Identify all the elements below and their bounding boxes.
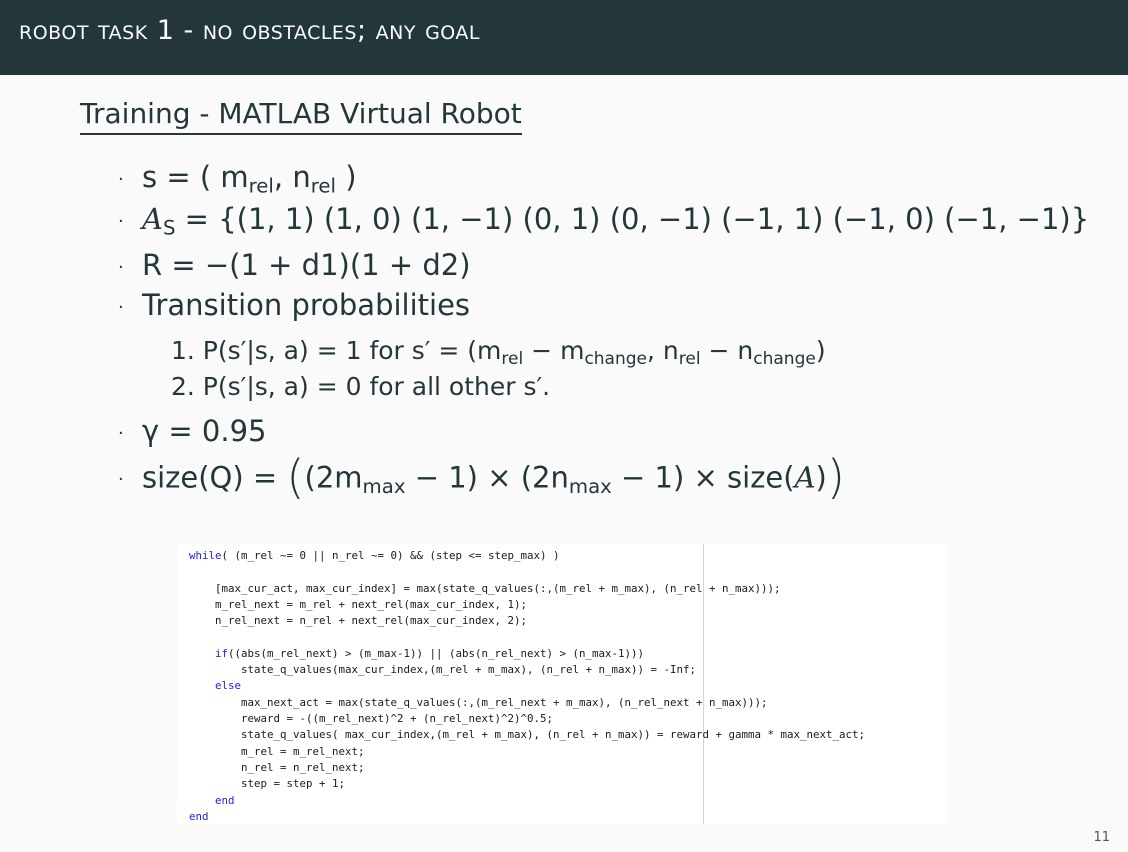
code-text: state_q_values( max_cur_index,(m_rel + m…: [189, 728, 866, 742]
slide-title: ROBOT TASK 1 - NO OBSTACLES; ANY GOAL: [19, 15, 481, 46]
slide-header: ROBOT TASK 1 - NO OBSTACLES; ANY GOAL: [0, 0, 1128, 75]
bullet-actions: · AS = {(1, 1) (1, 0) (1, −1) (0, 1) (0, …: [118, 202, 1090, 240]
code-line: state_q_values( max_cur_index,(m_rel + m…: [189, 727, 865, 743]
code-text: step = step + 1;: [189, 777, 346, 791]
code-line: n_rel = n_rel_next;: [189, 760, 365, 776]
code-text: reward = -((m_rel_next)^2 + (n_rel_next)…: [189, 712, 554, 725]
code-keyword: else: [189, 679, 242, 693]
code-keyword: if: [189, 646, 229, 660]
code-line: max_next_act = max(state_q_values(:,(m_r…: [189, 695, 768, 711]
bullet-dot: ·: [118, 468, 124, 490]
bullet-state: · s = ( mrel, nrel ): [118, 160, 357, 198]
code-line: m_rel = m_rel_next;: [189, 744, 365, 760]
bullet-reward: · R = −(1 + d1)(1 + d2): [118, 248, 471, 282]
code-line: end: [189, 809, 209, 825]
code-line: while( (m_rel ~= 0 || n_rel ~= 0) && (st…: [189, 548, 560, 564]
code-keyword: end: [189, 809, 209, 823]
transition-item-1: 1. P(s′|s, a) = 1 for s′ = (mrel − mchan…: [171, 336, 826, 369]
code-text: ( (m_rel ~= 0 || n_rel ~= 0) && (step <=…: [221, 549, 560, 562]
bullet-transition: · Transition probabilities: [118, 288, 471, 322]
code-text: max_next_act = max(state_q_values(:,(m_r…: [189, 695, 768, 709]
bullet-dot: ·: [118, 422, 124, 444]
code-text: state_q_values(max_cur_index,(m_rel + m_…: [189, 663, 697, 677]
page-number: 11: [1093, 830, 1110, 845]
big-open-paren: (: [286, 450, 305, 504]
bullet-gamma: · γ = 0.95: [118, 414, 267, 448]
code-text: m_rel = m_rel_next;: [189, 744, 365, 758]
bullet-dot: ·: [118, 168, 124, 190]
bullet-dot: ·: [118, 256, 124, 278]
section-subtitle: Training - MATLAB Virtual Robot: [80, 97, 522, 135]
code-line: m_rel_next = m_rel + next_rel(max_cur_in…: [189, 597, 527, 613]
code-line: step = step + 1;: [189, 776, 345, 792]
bullet-dot: ·: [118, 296, 124, 318]
code-text: ((abs(m_rel_next) > (m_max-1)) || (abs(n…: [228, 646, 645, 660]
code-line: end: [189, 793, 235, 809]
code-line: reward = -((m_rel_next)^2 + (n_rel_next)…: [189, 711, 553, 727]
code-line: if((abs(m_rel_next) > (m_max-1)) || (abs…: [189, 646, 644, 662]
code-line: n_rel_next = n_rel + next_rel(max_cur_in…: [189, 613, 527, 629]
code-text: [max_cur_act, max_cur_index] = max(state…: [189, 581, 781, 595]
bullet-dot: ·: [118, 210, 124, 232]
code-line: state_q_values(max_cur_index,(m_rel + m_…: [189, 662, 696, 678]
code-text: m_rel_next = m_rel + next_rel(max_cur_in…: [189, 597, 528, 611]
transition-item-2: 2. P(s′|s, a) = 0 for all other s′.: [171, 372, 551, 401]
code-text: n_rel = n_rel_next;: [189, 760, 365, 774]
code-keyword: while: [189, 549, 222, 562]
bullet-size: · size(Q) = ((2mmax − 1) × (2nmax − 1) × …: [118, 450, 845, 504]
big-close-paren: ): [826, 450, 845, 504]
code-text: n_rel_next = n_rel + next_rel(max_cur_in…: [189, 614, 528, 628]
code-line: [max_cur_act, max_cur_index] = max(state…: [189, 581, 781, 597]
code-line: else: [189, 678, 241, 694]
code-screenshot: while( (m_rel ~= 0 || n_rel ~= 0) && (st…: [177, 544, 948, 824]
code-keyword: end: [189, 793, 235, 807]
